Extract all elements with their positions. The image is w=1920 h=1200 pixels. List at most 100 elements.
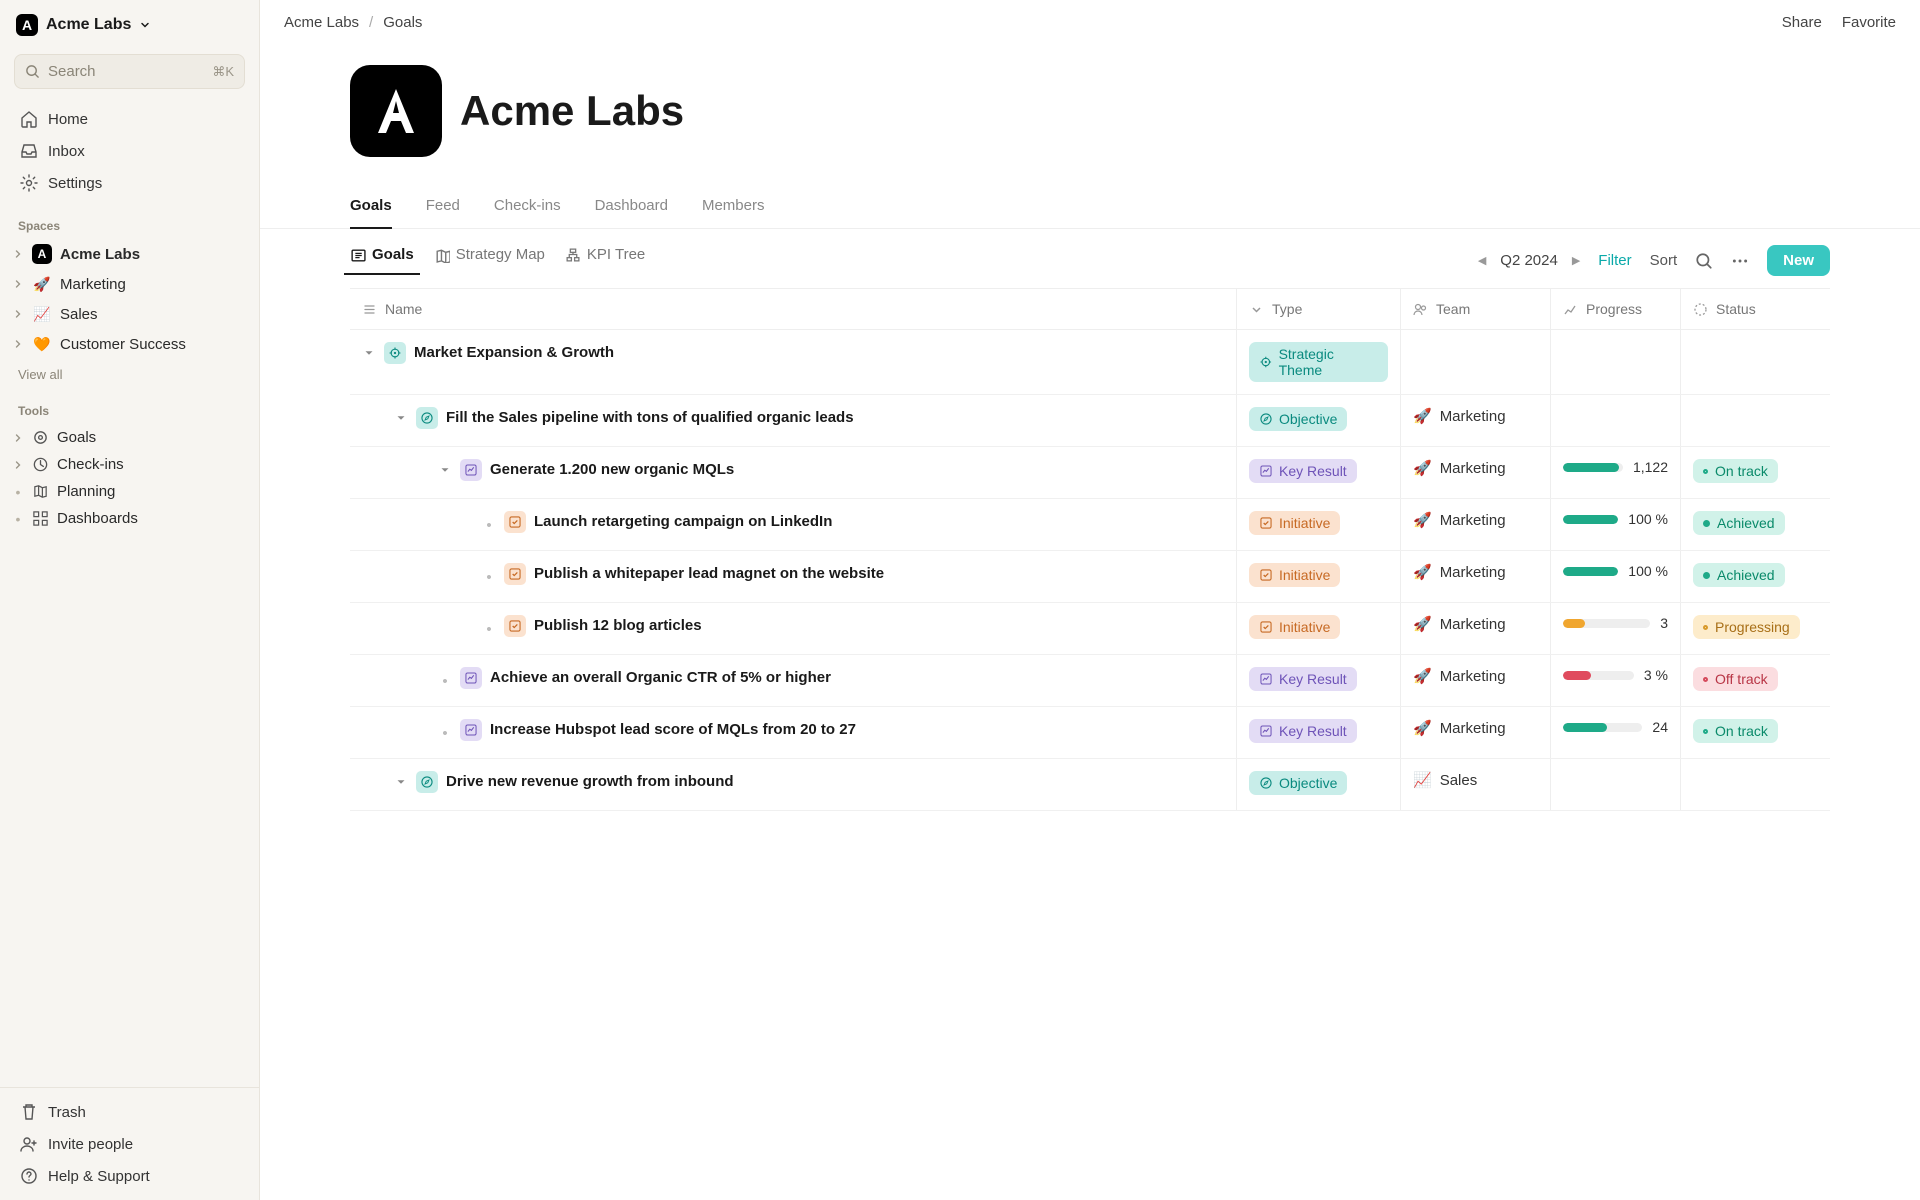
- tab-goals[interactable]: Goals: [350, 187, 392, 228]
- nav-settings[interactable]: Settings: [8, 167, 251, 199]
- more-icon[interactable]: [1731, 252, 1749, 270]
- row-name: Drive new revenue growth from inbound: [446, 771, 734, 794]
- gear-icon: [20, 174, 38, 192]
- checkbox-icon: [1259, 568, 1273, 582]
- sidebar-space-sales[interactable]: 📈 Sales: [0, 299, 259, 329]
- map-icon: [434, 247, 450, 263]
- sidebar: A Acme Labs Search ⌘K Home Inbox Setting…: [0, 0, 260, 1200]
- status-dot-icon: [1703, 729, 1708, 734]
- status-badge: Achieved: [1693, 511, 1785, 535]
- tab-members[interactable]: Members: [702, 187, 765, 228]
- crosshair-icon: [384, 342, 406, 364]
- caret-down-icon[interactable]: [362, 346, 376, 360]
- new-button[interactable]: New: [1767, 245, 1830, 276]
- sidebar-tool-check-ins[interactable]: Check-ins: [0, 451, 259, 478]
- progress-bar: 100 %: [1563, 511, 1668, 527]
- chevron-down-icon: [1249, 302, 1264, 317]
- sidebar-space-customer-success[interactable]: 🧡 Customer Success: [0, 329, 259, 359]
- progress-bar: 3: [1563, 615, 1668, 631]
- type-badge: Key Result: [1249, 719, 1357, 743]
- caret-down-icon[interactable]: [438, 463, 452, 477]
- tab-dashboard[interactable]: Dashboard: [595, 187, 668, 228]
- sort-button[interactable]: Sort: [1650, 252, 1678, 269]
- table-row[interactable]: • Publish 12 blog articles Initiative 🚀M…: [350, 603, 1830, 655]
- main-content: Acme Labs / Goals Share Favorite Acme La…: [260, 0, 1920, 1200]
- chevron-down-icon: [139, 19, 151, 31]
- column-team[interactable]: Team: [1400, 289, 1550, 329]
- caret-down-icon[interactable]: [394, 775, 408, 789]
- view-tab-goals[interactable]: Goals: [350, 246, 414, 275]
- caret-down-icon[interactable]: [394, 411, 408, 425]
- type-badge: Initiative: [1249, 563, 1340, 587]
- space-icon: 🚀: [32, 274, 52, 294]
- sidebar-space-acme-labs[interactable]: A Acme Labs: [0, 239, 259, 269]
- workspace-switcher[interactable]: A Acme Labs: [0, 0, 259, 46]
- space-label: Acme Labs: [60, 246, 140, 263]
- view-tab-kpi-tree[interactable]: KPI Tree: [565, 246, 645, 275]
- compass-icon: [1259, 776, 1273, 790]
- nav-inbox[interactable]: Inbox: [8, 135, 251, 167]
- status-badge: Achieved: [1693, 563, 1785, 587]
- tab-check-ins[interactable]: Check-ins: [494, 187, 561, 228]
- team-value: 🚀Marketing: [1413, 667, 1506, 685]
- view-all-spaces[interactable]: View all: [0, 359, 259, 390]
- sidebar-tool-goals[interactable]: Goals: [0, 424, 259, 451]
- breadcrumb-root[interactable]: Acme Labs: [284, 14, 359, 31]
- chevron-right-icon[interactable]: [12, 338, 24, 350]
- chart-icon: [460, 459, 482, 481]
- sidebar-tool-planning[interactable]: • Planning: [0, 478, 259, 505]
- space-icon: 🧡: [32, 334, 52, 354]
- search-input[interactable]: Search ⌘K: [14, 54, 245, 89]
- table-row[interactable]: • Achieve an overall Organic CTR of 5% o…: [350, 655, 1830, 707]
- chart-icon: [1259, 724, 1273, 738]
- bullet-icon: •: [482, 567, 496, 590]
- column-progress[interactable]: Progress: [1550, 289, 1680, 329]
- tool-label: Dashboards: [57, 510, 138, 527]
- space-label: Marketing: [60, 276, 126, 293]
- bullet-icon: •: [12, 484, 24, 500]
- table-row[interactable]: • Launch retargeting campaign on LinkedI…: [350, 499, 1830, 551]
- type-badge: Initiative: [1249, 511, 1340, 535]
- table-row[interactable]: Fill the Sales pipeline with tons of qua…: [350, 395, 1830, 447]
- team-emoji-icon: 🚀: [1413, 407, 1432, 425]
- chevron-right-icon[interactable]: [12, 248, 24, 260]
- filter-button[interactable]: Filter: [1598, 252, 1631, 269]
- map-icon: [32, 483, 49, 500]
- chevron-right-icon[interactable]: [12, 432, 24, 444]
- nav-home[interactable]: Home: [8, 103, 251, 135]
- chart-icon: [1259, 464, 1273, 478]
- chevron-right-icon[interactable]: [12, 308, 24, 320]
- sidebar-tool-dashboards[interactable]: • Dashboards: [0, 505, 259, 532]
- table-row[interactable]: • Publish a whitepaper lead magnet on th…: [350, 551, 1830, 603]
- table-row[interactable]: • Increase Hubspot lead score of MQLs fr…: [350, 707, 1830, 759]
- nav-trash[interactable]: Trash: [8, 1096, 251, 1128]
- team-value: 🚀Marketing: [1413, 511, 1506, 529]
- table-row[interactable]: Market Expansion & Growth Strategic Them…: [350, 330, 1830, 395]
- clock-icon: [32, 456, 49, 473]
- chevron-right-icon[interactable]: [12, 459, 24, 471]
- column-type[interactable]: Type: [1236, 289, 1400, 329]
- tools-section-label: Tools: [0, 390, 259, 424]
- period-next-button[interactable]: ▶: [1572, 254, 1580, 267]
- progress-bar: 3 %: [1563, 667, 1668, 683]
- favorite-button[interactable]: Favorite: [1842, 14, 1896, 31]
- search-icon[interactable]: [1695, 252, 1713, 270]
- period-label[interactable]: Q2 2024: [1500, 252, 1558, 269]
- tab-feed[interactable]: Feed: [426, 187, 460, 228]
- page-title: Acme Labs: [460, 87, 684, 135]
- table-header: Name Type Team Progress Status: [350, 288, 1830, 330]
- nav-invite[interactable]: Invite people: [8, 1128, 251, 1160]
- column-name[interactable]: Name: [350, 289, 1236, 329]
- table-row[interactable]: Drive new revenue growth from inbound Ob…: [350, 759, 1830, 811]
- nav-help[interactable]: Help & Support: [8, 1160, 251, 1192]
- view-tab-strategy-map[interactable]: Strategy Map: [434, 246, 545, 275]
- logo-a-icon: [368, 83, 424, 139]
- sidebar-space-marketing[interactable]: 🚀 Marketing: [0, 269, 259, 299]
- period-prev-button[interactable]: ◀: [1478, 254, 1486, 267]
- chevron-right-icon[interactable]: [12, 278, 24, 290]
- breadcrumb-current[interactable]: Goals: [383, 14, 422, 31]
- bullet-icon: •: [438, 671, 452, 694]
- table-row[interactable]: Generate 1.200 new organic MQLs Key Resu…: [350, 447, 1830, 499]
- share-button[interactable]: Share: [1782, 14, 1822, 31]
- column-status[interactable]: Status: [1680, 289, 1830, 329]
